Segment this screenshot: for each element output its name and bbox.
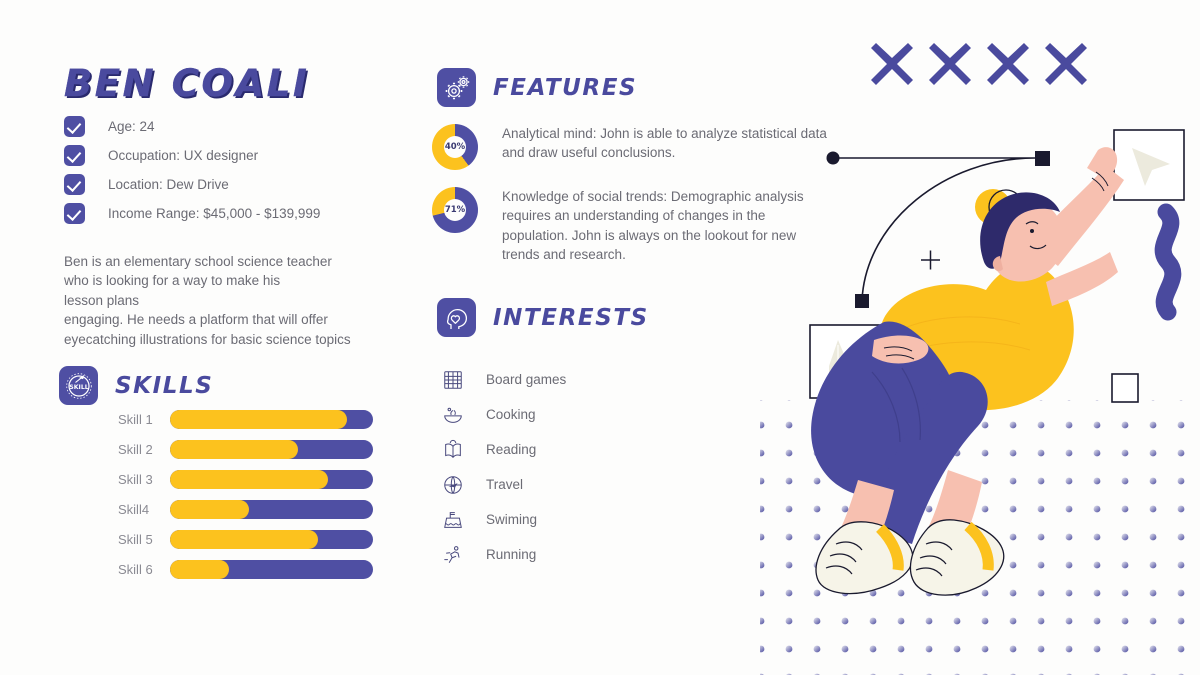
persona-slide: BEN COALI Age: 24 Occupation: UX designe… [0,0,1200,675]
line-dot-endpoint [826,151,840,165]
line-square-endpoint [855,294,869,308]
blue-squiggle-decoration [1154,203,1182,321]
plus-mark-icon [921,250,940,270]
line-square-endpoint [1035,151,1050,166]
man-sitting-floating-illustration [760,129,1200,675]
small-square-decoration [1111,373,1139,403]
